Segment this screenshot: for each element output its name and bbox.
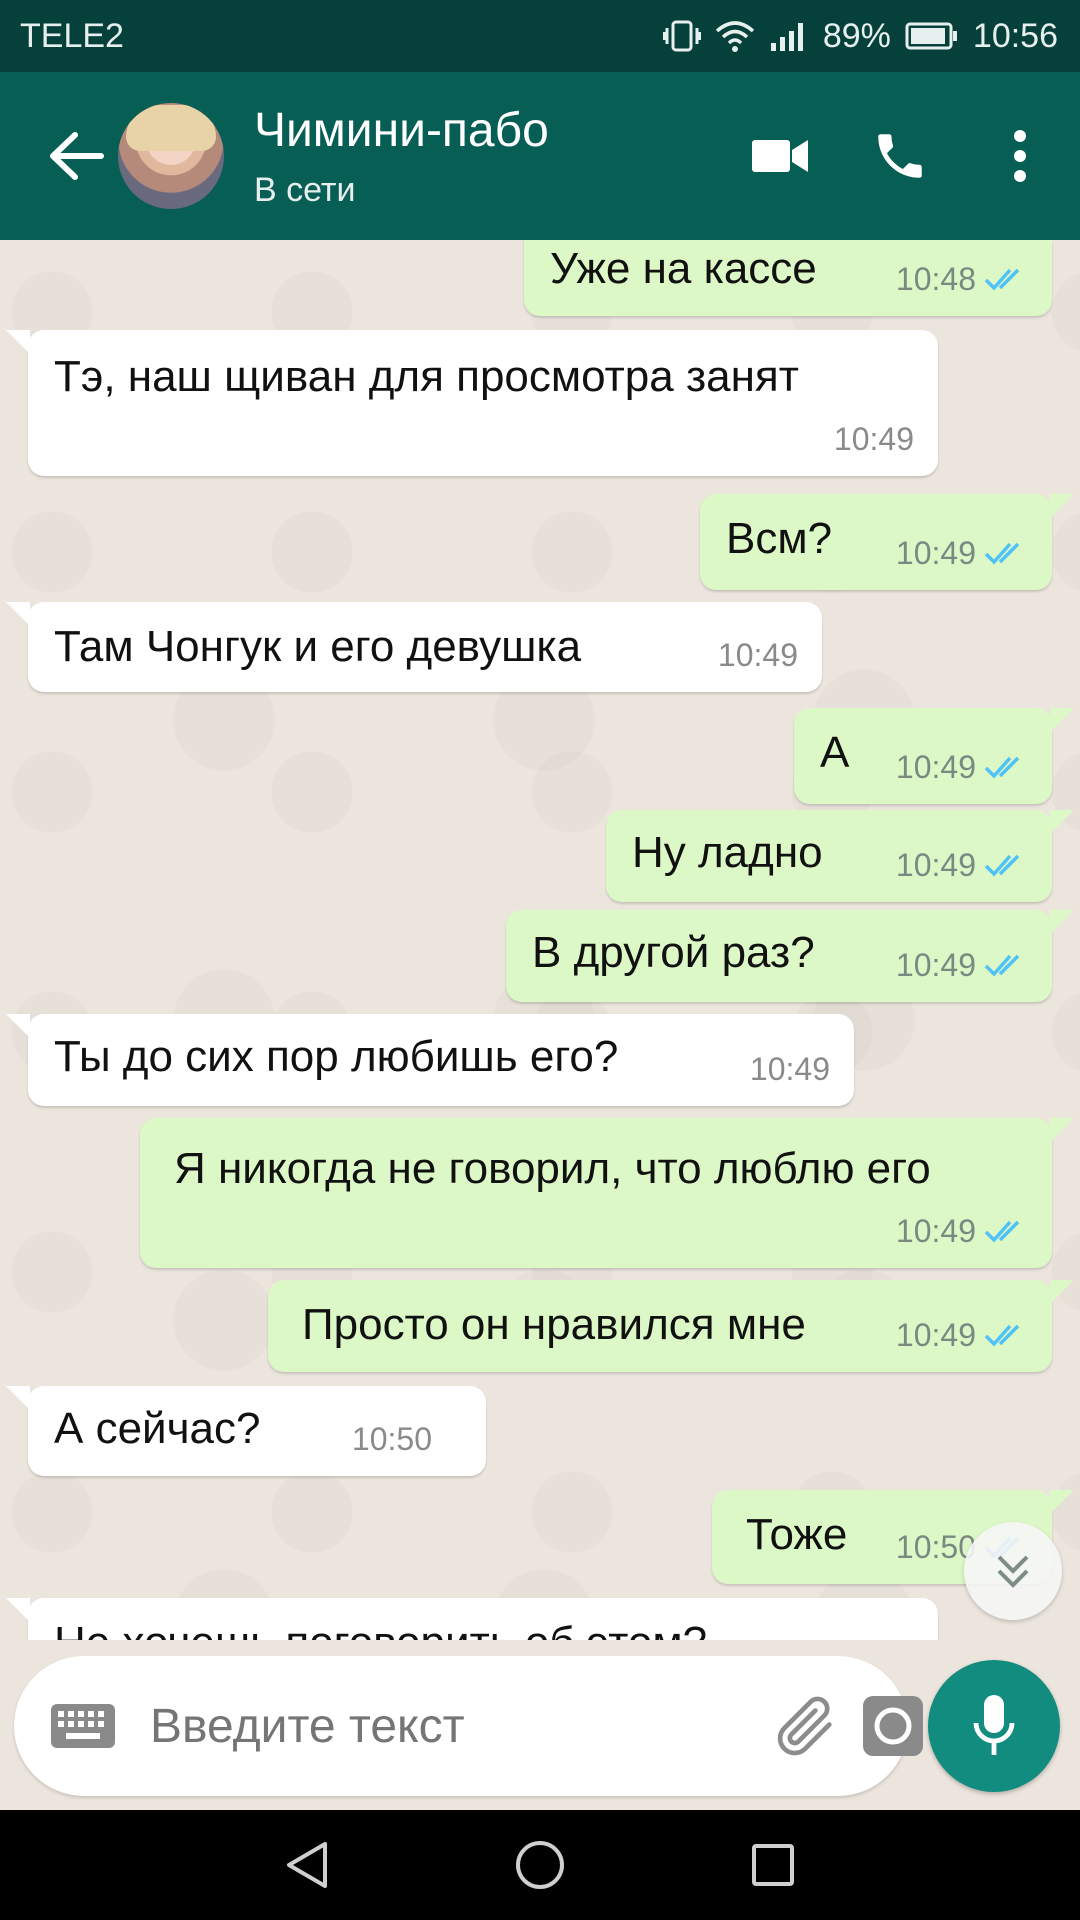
back-button[interactable] [26, 106, 126, 206]
message-input[interactable] [150, 1698, 771, 1754]
message-time: 10:49 [717, 637, 798, 673]
message-text: Тэ, наш щиван для просмотра занят [54, 352, 799, 401]
camera-button[interactable] [861, 1681, 925, 1771]
message-outgoing[interactable]: Всм? 10:49 [700, 494, 1074, 590]
contact-status: В сети [254, 170, 356, 209]
wifi-icon [715, 19, 755, 53]
voice-message-button[interactable] [928, 1660, 1060, 1792]
message-time: 10:49 [895, 847, 976, 883]
message-text: Я никогда не говорил, что люблю его [174, 1144, 931, 1193]
arrow-left-icon [50, 132, 104, 180]
message-time: 10:49 [833, 421, 914, 457]
status-bar: TELE2 89% 10:56 [0, 0, 1080, 72]
message-meta: 10:49 [718, 628, 798, 682]
keyboard-toggle-button[interactable] [50, 1696, 116, 1756]
message-meta: 10:49 [834, 412, 914, 466]
message-meta: 10:50 [352, 1412, 432, 1466]
message-outgoing[interactable]: Ну ладно 10:49 [606, 810, 1074, 902]
message-time: 10:50 [351, 1421, 432, 1457]
message-meta: 10:49 [896, 838, 1028, 892]
contact-info[interactable]: Чимини-пабо В сети [254, 103, 720, 210]
more-vert-icon [1014, 130, 1026, 182]
message-time: 10:49 [895, 1317, 976, 1353]
message-meta: 10:49 [750, 1042, 830, 1096]
message-time: 10:49 [895, 749, 976, 785]
message-time: 10:49 [895, 947, 976, 983]
paperclip-icon [777, 1696, 832, 1756]
message-text: В другой раз? [532, 928, 815, 977]
message-outgoing[interactable]: Уже на кассе 10:48 [524, 240, 1074, 316]
message-meta: 10:49 [896, 740, 1028, 794]
phone-icon [878, 134, 922, 178]
message-text: Всм? [726, 514, 833, 563]
microphone-icon [973, 1695, 1015, 1755]
triangle-back-icon [286, 1842, 327, 1888]
double-check-icon [984, 954, 1020, 977]
contact-name: Чимини-пабо [254, 103, 549, 157]
keyboard-icon [51, 1704, 115, 1748]
chat-header: Чимини-пабо В сети [0, 72, 1080, 240]
message-meta: 10:48 [896, 252, 1028, 306]
scroll-to-bottom-button[interactable] [964, 1522, 1062, 1620]
double-check-icon [984, 542, 1020, 565]
double-check-icon [984, 1220, 1020, 1243]
message-text: Ты до сих пор любишь его? [54, 1032, 619, 1081]
camera-icon [863, 1696, 923, 1756]
clock: 10:56 [972, 16, 1058, 55]
attach-button[interactable] [771, 1681, 841, 1771]
message-incoming[interactable]: А сейчас? 10:50 [6, 1386, 486, 1476]
message-time: 10:49 [749, 1051, 830, 1087]
video-call-button[interactable] [720, 106, 840, 206]
message-text: Тоже [746, 1510, 848, 1559]
battery-icon [905, 21, 959, 51]
message-text: Там Чонгук и его девушка [54, 622, 582, 671]
contact-avatar[interactable] [118, 103, 224, 209]
square-recents-icon [752, 1844, 795, 1886]
signal-icon [769, 19, 809, 53]
message-time: 10:48 [895, 261, 976, 297]
message-meta: 10:49 [896, 938, 1028, 992]
double-check-icon [984, 854, 1020, 877]
nav-recents-button[interactable] [728, 1820, 818, 1910]
message-incoming[interactable]: Там Чонгук и его девушка 10:49 [6, 602, 822, 692]
message-meta: 10:49 [896, 526, 1028, 580]
message-text: Просто он нравился мне [302, 1300, 806, 1349]
carrier-label: TELE2 [20, 16, 124, 55]
double-check-icon [984, 1324, 1020, 1347]
nav-home-button[interactable] [495, 1820, 585, 1910]
video-camera-icon [752, 140, 808, 172]
message-meta: 10:49 [896, 1204, 1028, 1258]
double-chevron-down-icon [997, 1555, 1029, 1588]
message-list[interactable]: Уже на кассе 10:48 Тэ, наш щиван для про… [0, 240, 1080, 1640]
double-check-icon [984, 756, 1020, 779]
message-incoming[interactable]: Ты до сих пор любишь его? 10:49 [6, 1014, 854, 1106]
message-text: А [820, 728, 850, 777]
circle-home-icon [515, 1841, 564, 1889]
message-text: А сейчас? [54, 1404, 261, 1453]
message-time: 10:49 [895, 535, 976, 571]
vibrate-icon [662, 19, 701, 53]
message-outgoing[interactable]: Я никогда не говорил, что люблю его 10:4… [140, 1118, 1074, 1268]
nav-back-button[interactable] [262, 1820, 352, 1910]
message-text: Не хочешь поговорить об этом? [54, 1616, 707, 1640]
message-incoming[interactable]: Тэ, наш щиван для просмотра занят 10:49 [6, 330, 938, 476]
overflow-menu-button[interactable] [960, 106, 1080, 206]
battery-percent: 89% [822, 16, 891, 55]
message-time: 10:49 [895, 1213, 976, 1249]
status-indicators: 89% 10:56 [662, 16, 1058, 56]
message-incoming[interactable]: Не хочешь поговорить об этом? [6, 1598, 938, 1640]
message-outgoing[interactable]: Просто он нравился мне 10:49 [268, 1280, 1074, 1372]
message-composer [14, 1656, 923, 1796]
message-text: Уже на кассе [550, 244, 817, 293]
double-check-icon [984, 268, 1020, 291]
voice-call-button[interactable] [840, 106, 960, 206]
message-outgoing[interactable]: В другой раз? 10:49 [506, 910, 1074, 1002]
message-outgoing[interactable]: А 10:49 [794, 708, 1074, 804]
message-text: Ну ладно [632, 828, 823, 877]
system-navigation-bar [0, 1810, 1080, 1920]
message-meta: 10:49 [896, 1308, 1028, 1362]
